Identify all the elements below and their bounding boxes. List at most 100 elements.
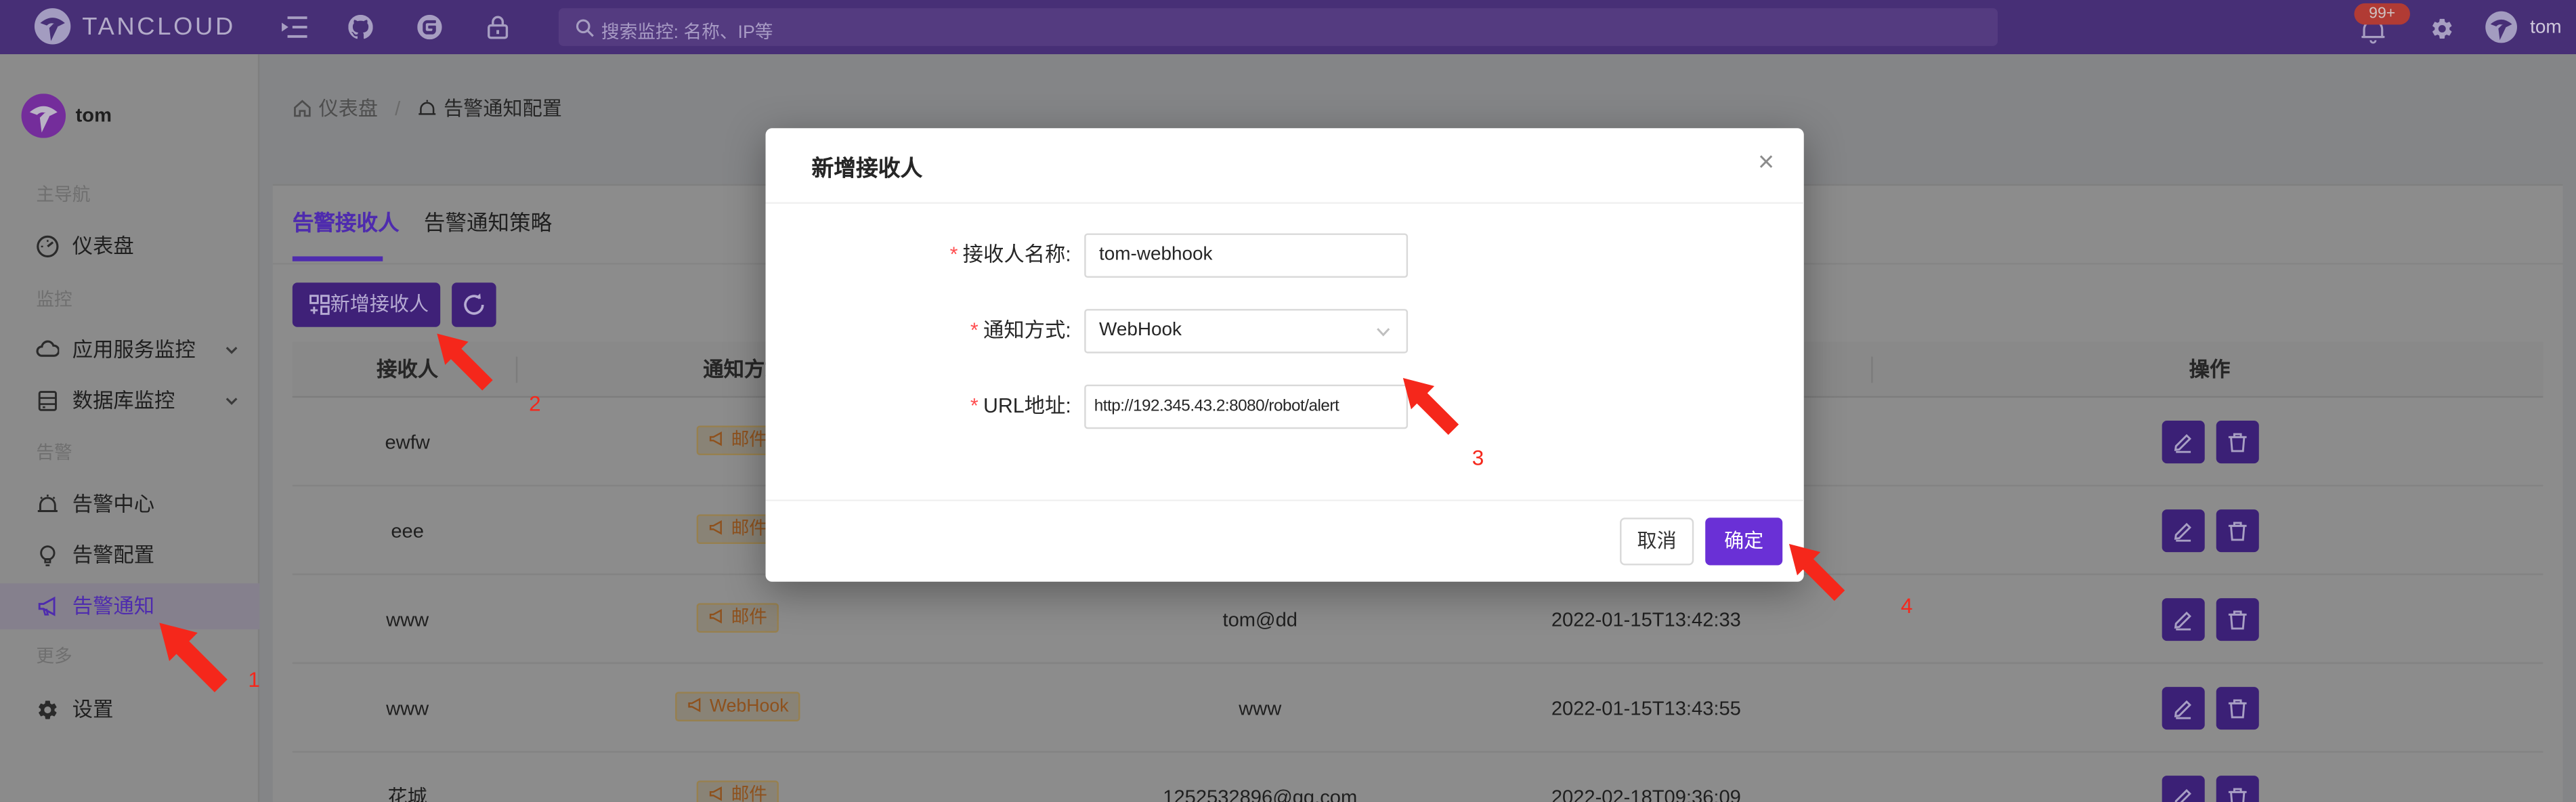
gear-icon <box>36 698 59 721</box>
delete-button[interactable] <box>2216 598 2259 641</box>
cell-time: 2022-01-15T13:42:33 <box>1482 575 1810 664</box>
notification-method-select[interactable]: WebHook <box>1084 309 1408 354</box>
edit-pen-icon <box>2172 431 2195 454</box>
sidebar-section-main: 主导航 <box>36 184 90 207</box>
delete-button[interactable] <box>2216 421 2259 463</box>
database-icon <box>36 389 59 413</box>
webhook-url-input[interactable]: http://192.345.43.2:8080/robot/alert <box>1084 385 1408 429</box>
alarm-icon <box>36 493 59 516</box>
cloud-icon <box>36 339 59 362</box>
required-mark: * <box>970 394 979 417</box>
delete-button[interactable] <box>2216 509 2259 552</box>
modal-close-icon[interactable]: × <box>1758 143 1774 182</box>
field-label: *通知方式: <box>766 309 1071 354</box>
topbar-username: tom <box>2530 18 2562 38</box>
breadcrumb-home[interactable]: 仪表盘 <box>319 97 378 120</box>
cell-contact: www <box>1030 664 1490 753</box>
trash-icon <box>2226 608 2249 631</box>
sidebar-section-alert: 告警 <box>36 442 72 465</box>
column-header-actions: 操作 <box>2111 342 2308 398</box>
menu-fold-icon[interactable] <box>281 15 307 39</box>
user-avatar[interactable] <box>2484 10 2518 45</box>
edit-pen-icon <box>2172 786 2195 802</box>
appstore-add-icon <box>309 294 330 316</box>
breadcrumb-separator: / <box>395 97 400 120</box>
form-row-method: *通知方式: WebHook <box>766 309 1804 354</box>
table-row[interactable]: 花城 邮件 1252532896@qq.com 2022-02-18T09:36… <box>293 753 2543 802</box>
megaphone-icon <box>708 608 725 625</box>
edit-button[interactable] <box>2162 509 2205 552</box>
tancloud-logo-icon <box>33 7 72 46</box>
gitee-icon[interactable] <box>417 15 442 39</box>
annotation-label-3: 3 <box>1472 445 1484 469</box>
sidebar-item-settings[interactable]: 设置 <box>0 687 259 733</box>
settings-gear-icon[interactable] <box>2430 16 2454 41</box>
add-receiver-label: 新增接收人 <box>330 293 429 316</box>
breadcrumb-current: 告警通知配置 <box>444 97 562 120</box>
delete-button[interactable] <box>2216 776 2259 802</box>
chevron-down-icon <box>223 393 240 409</box>
add-receiver-button[interactable]: 新增接收人 <box>293 282 440 327</box>
sidebar-item-database-monitor[interactable]: 数据库监控 <box>0 378 259 424</box>
cell-receiver: www <box>293 575 523 664</box>
app-root: TANCLOUD 搜索监控: 名称、IP等 <box>0 0 2576 802</box>
method-tag: 邮件 <box>697 781 779 802</box>
alarm-icon <box>417 99 437 119</box>
top-navbar: TANCLOUD 搜索监控: 名称、IP等 <box>0 0 2576 54</box>
method-tag: WebHook <box>675 692 800 722</box>
column-header-receiver: 接收人 <box>293 342 523 398</box>
form-row-name: *接收人名称: tom-webhook <box>766 233 1804 278</box>
chevron-down-icon <box>223 342 240 358</box>
table-row[interactable]: www WebHook www 2022-01-15T13:43:55 <box>293 664 2543 753</box>
notification-badge: 99+ <box>2354 3 2409 25</box>
add-receiver-modal: 新增接收人 × *接收人名称: tom-webhook *通知方式: WebHo… <box>766 128 1804 582</box>
required-mark: * <box>950 243 958 266</box>
monitor-search-input[interactable]: 搜索监控: 名称、IP等 <box>559 8 1998 46</box>
sidebar-item-label: 告警中心 <box>72 482 154 528</box>
edit-button[interactable] <box>2162 598 2205 641</box>
table-row[interactable]: www 邮件 tom@dd 2022-01-15T13:42:33 <box>293 575 2543 664</box>
dashboard-icon <box>36 235 59 258</box>
sidebar-item-label: 数据库监控 <box>72 378 175 424</box>
edit-button[interactable] <box>2162 687 2205 730</box>
trash-icon <box>2226 520 2249 543</box>
bulb-icon <box>36 544 59 567</box>
cancel-button[interactable]: 取消 <box>1620 518 1694 565</box>
sidebar-item-alert-notification[interactable]: 告警通知 <box>0 583 259 629</box>
github-icon[interactable] <box>348 15 372 39</box>
receiver-name-input[interactable]: tom-webhook <box>1084 233 1408 278</box>
home-icon <box>293 99 312 119</box>
sidebar-item-alert-center[interactable]: 告警中心 <box>0 482 259 528</box>
lock-icon[interactable] <box>486 15 509 39</box>
search-icon <box>575 17 595 37</box>
delete-button[interactable] <box>2216 687 2259 730</box>
select-chevron-icon <box>1375 324 1392 340</box>
refresh-button[interactable] <box>452 282 496 327</box>
tab-alert-policies[interactable]: 告警通知策略 <box>424 209 552 238</box>
cell-receiver: ewfw <box>293 398 523 486</box>
sidebar-item-label: 告警配置 <box>72 532 154 578</box>
field-label: *URL地址: <box>766 385 1071 429</box>
confirm-button[interactable]: 确定 <box>1705 518 1782 565</box>
header-divider <box>1871 356 1872 383</box>
search-placeholder: 搜索监控: 名称、IP等 <box>601 17 773 43</box>
required-mark: * <box>970 319 979 342</box>
megaphone-icon <box>36 595 59 618</box>
edit-button[interactable] <box>2162 421 2205 463</box>
megaphone-icon <box>687 697 703 713</box>
sidebar-avatar <box>22 93 66 138</box>
sidebar-item-label: 设置 <box>72 687 114 733</box>
cell-time: 2022-02-18T09:36:09 <box>1482 753 1810 802</box>
edit-pen-icon <box>2172 697 2195 720</box>
sidebar-item-app-service-monitor[interactable]: 应用服务监控 <box>0 327 259 373</box>
edit-button[interactable] <box>2162 776 2205 802</box>
megaphone-icon <box>708 520 725 536</box>
sidebar-item-dashboard[interactable]: 仪表盘 <box>0 224 259 270</box>
sidebar-item-label: 应用服务监控 <box>72 327 196 373</box>
annotation-label-2: 2 <box>529 391 541 415</box>
active-tab-indicator <box>293 256 383 261</box>
tab-alert-receivers[interactable]: 告警接收人 <box>293 209 400 238</box>
method-tag: 邮件 <box>697 604 779 633</box>
breadcrumb: 仪表盘 / 告警通知配置 <box>293 96 562 122</box>
sidebar-item-alert-config[interactable]: 告警配置 <box>0 532 259 578</box>
